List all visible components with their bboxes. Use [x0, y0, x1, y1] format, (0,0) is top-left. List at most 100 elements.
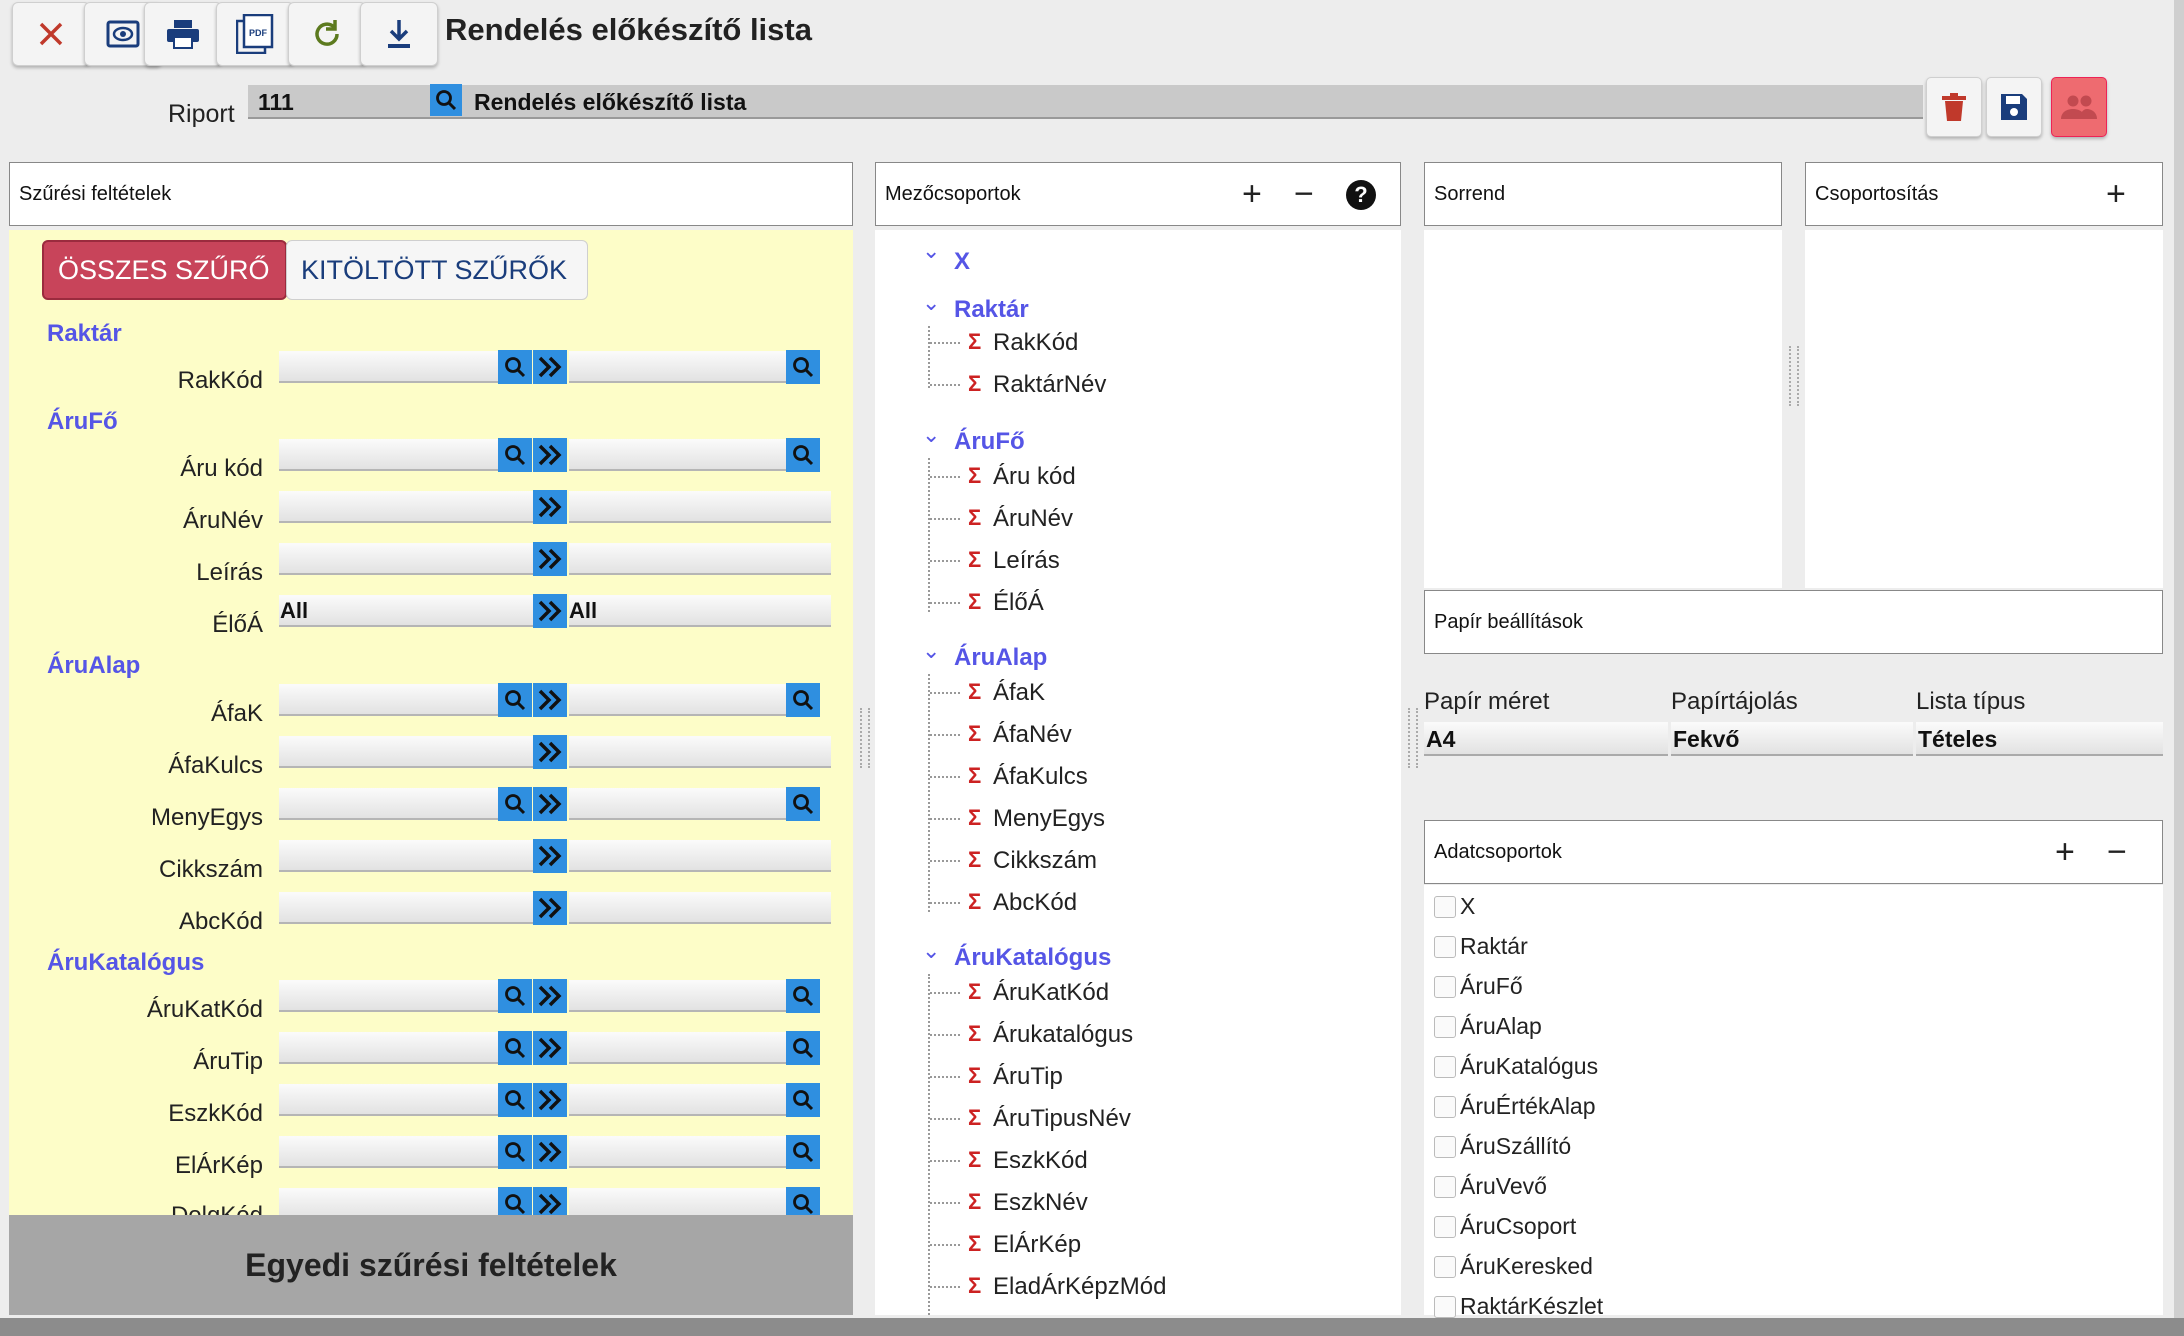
- arukatkod-to-search-button[interactable]: [786, 979, 820, 1013]
- aru-kod-to-input[interactable]: [569, 439, 797, 471]
- tree-item[interactable]: ÁfaKulcs: [993, 763, 1088, 791]
- pdf-button[interactable]: PDF: [216, 2, 294, 66]
- arutip-to-input[interactable]: [569, 1032, 797, 1064]
- arukatkod-to-input[interactable]: [569, 980, 797, 1012]
- right-scrollbar[interactable]: [2174, 0, 2184, 1318]
- aru-kod-search-button[interactable]: [498, 438, 532, 472]
- splitter-handle[interactable]: [860, 708, 870, 768]
- sorrend-list[interactable]: [1424, 230, 1782, 588]
- filled-filters-button[interactable]: KITÖLTÖTT SZŰRŐK: [286, 240, 588, 300]
- arukatkod-copy-button[interactable]: [533, 979, 567, 1013]
- save-button[interactable]: [1986, 77, 2042, 137]
- aru-kod-copy-button[interactable]: [533, 438, 567, 472]
- elarkep-copy-button[interactable]: [533, 1135, 567, 1169]
- checkbox[interactable]: [1434, 895, 1456, 918]
- arukatkod-from-input[interactable]: [279, 980, 507, 1012]
- datagroup-item[interactable]: Raktár: [1434, 933, 1528, 960]
- checkbox[interactable]: [1434, 1135, 1456, 1158]
- tree-item[interactable]: Leírás: [993, 547, 1060, 575]
- tree-item[interactable]: EszkNév: [993, 1189, 1088, 1217]
- eszkkod-to-input[interactable]: [569, 1084, 797, 1116]
- dolgkod-copy-button[interactable]: [533, 1187, 567, 1215]
- paper-orientation-select[interactable]: Fekvő: [1671, 722, 1913, 756]
- tree-group-raktar[interactable]: Raktár: [954, 296, 1029, 324]
- chevron-down-icon[interactable]: ⌄: [922, 638, 940, 664]
- datagroup-item[interactable]: ÁruAlap: [1434, 1013, 1542, 1040]
- eszkkod-to-search-button[interactable]: [786, 1083, 820, 1117]
- abckod-to-input[interactable]: [569, 892, 831, 924]
- rakkod-copy-button[interactable]: [533, 350, 567, 384]
- abckod-copy-button[interactable]: [533, 891, 567, 925]
- datagroup-item[interactable]: ÁruCsoport: [1434, 1213, 1576, 1240]
- tree-item[interactable]: ÁruKatKód: [993, 979, 1109, 1007]
- menyegys-copy-button[interactable]: [533, 787, 567, 821]
- csoportositas-list[interactable]: [1805, 230, 2163, 588]
- dolgkod-search-button[interactable]: [498, 1187, 532, 1215]
- all-filters-button[interactable]: ÖSSZES SZŰRŐ: [42, 240, 287, 300]
- rakkod-from-input[interactable]: [279, 351, 507, 383]
- menyegys-to-input[interactable]: [569, 788, 797, 820]
- checkbox[interactable]: [1434, 1255, 1456, 1278]
- remove-icon[interactable]: −: [1294, 177, 1314, 211]
- splitter-handle[interactable]: [1789, 346, 1799, 406]
- add-icon[interactable]: +: [1242, 177, 1262, 211]
- datagroup-item[interactable]: ÁruSzállító: [1434, 1133, 1571, 1160]
- elarkep-to-input[interactable]: [569, 1136, 797, 1168]
- tree-item[interactable]: Cikkszám: [993, 847, 1097, 875]
- chevron-down-icon[interactable]: ⌄: [922, 290, 940, 316]
- checkbox[interactable]: [1434, 1095, 1456, 1118]
- checkbox[interactable]: [1434, 1015, 1456, 1038]
- afakulcs-copy-button[interactable]: [533, 735, 567, 769]
- dolgkod-to-search-button[interactable]: [786, 1187, 820, 1215]
- rakkod-to-input[interactable]: [569, 351, 797, 383]
- chevron-down-icon[interactable]: ⌄: [922, 238, 940, 264]
- riport-search-button[interactable]: [430, 84, 462, 116]
- tree-item[interactable]: RakKód: [993, 329, 1078, 357]
- refresh-button[interactable]: [288, 2, 366, 66]
- tree-item[interactable]: ÁfaK: [993, 679, 1045, 707]
- afak-search-button[interactable]: [498, 683, 532, 717]
- rakkod-search-button[interactable]: [498, 350, 532, 384]
- cikkszam-copy-button[interactable]: [533, 839, 567, 873]
- tree-group-arualap[interactable]: ÁruAlap: [954, 644, 1047, 672]
- eszkkod-copy-button[interactable]: [533, 1083, 567, 1117]
- download-button[interactable]: [360, 2, 438, 66]
- elarkep-from-input[interactable]: [279, 1136, 507, 1168]
- eszkkod-from-input[interactable]: [279, 1084, 507, 1116]
- checkbox[interactable]: [1434, 1295, 1456, 1318]
- menyegys-search-button[interactable]: [498, 787, 532, 821]
- leiras-copy-button[interactable]: [533, 542, 567, 576]
- tree-item[interactable]: EszkKód: [993, 1147, 1088, 1175]
- splitter-handle[interactable]: [1408, 708, 1418, 768]
- tree-group-x[interactable]: X: [954, 248, 970, 276]
- datagroup-item[interactable]: RaktárKészlet: [1434, 1293, 1603, 1320]
- datagroup-item[interactable]: ÁruÉrtékAlap: [1434, 1093, 1596, 1120]
- arutip-to-search-button[interactable]: [786, 1031, 820, 1065]
- tree-item[interactable]: ÁruTip: [993, 1063, 1063, 1091]
- list-type-select[interactable]: Tételes: [1916, 722, 2163, 756]
- arukatkod-search-button[interactable]: [498, 979, 532, 1013]
- arutip-copy-button[interactable]: [533, 1031, 567, 1065]
- afak-to-search-button[interactable]: [786, 683, 820, 717]
- leiras-to-input[interactable]: [569, 543, 831, 575]
- datagroup-item[interactable]: ÁruKeresked: [1434, 1253, 1593, 1280]
- tree-item[interactable]: EladÁrKépzMód: [993, 1273, 1166, 1301]
- chevron-down-icon[interactable]: ⌄: [922, 422, 940, 448]
- checkbox[interactable]: [1434, 1175, 1456, 1198]
- add-icon[interactable]: +: [2106, 177, 2126, 211]
- tree-item[interactable]: ÉlőÁ: [993, 589, 1044, 617]
- checkbox[interactable]: [1434, 935, 1456, 958]
- cikkszam-to-input[interactable]: [569, 840, 831, 872]
- add-icon[interactable]: +: [2055, 835, 2075, 869]
- aru-kod-to-search-button[interactable]: [786, 438, 820, 472]
- rakkod-to-search-button[interactable]: [786, 350, 820, 384]
- aru-kod-from-input[interactable]: [279, 439, 507, 471]
- menyegys-to-search-button[interactable]: [786, 787, 820, 821]
- users-button[interactable]: [2051, 77, 2107, 137]
- print-button[interactable]: [144, 2, 222, 66]
- afakulcs-to-input[interactable]: [569, 736, 831, 768]
- arutip-from-input[interactable]: [279, 1032, 507, 1064]
- arunev-from-input[interactable]: [279, 491, 542, 523]
- elarkep-search-button[interactable]: [498, 1135, 532, 1169]
- elarkep-to-search-button[interactable]: [786, 1135, 820, 1169]
